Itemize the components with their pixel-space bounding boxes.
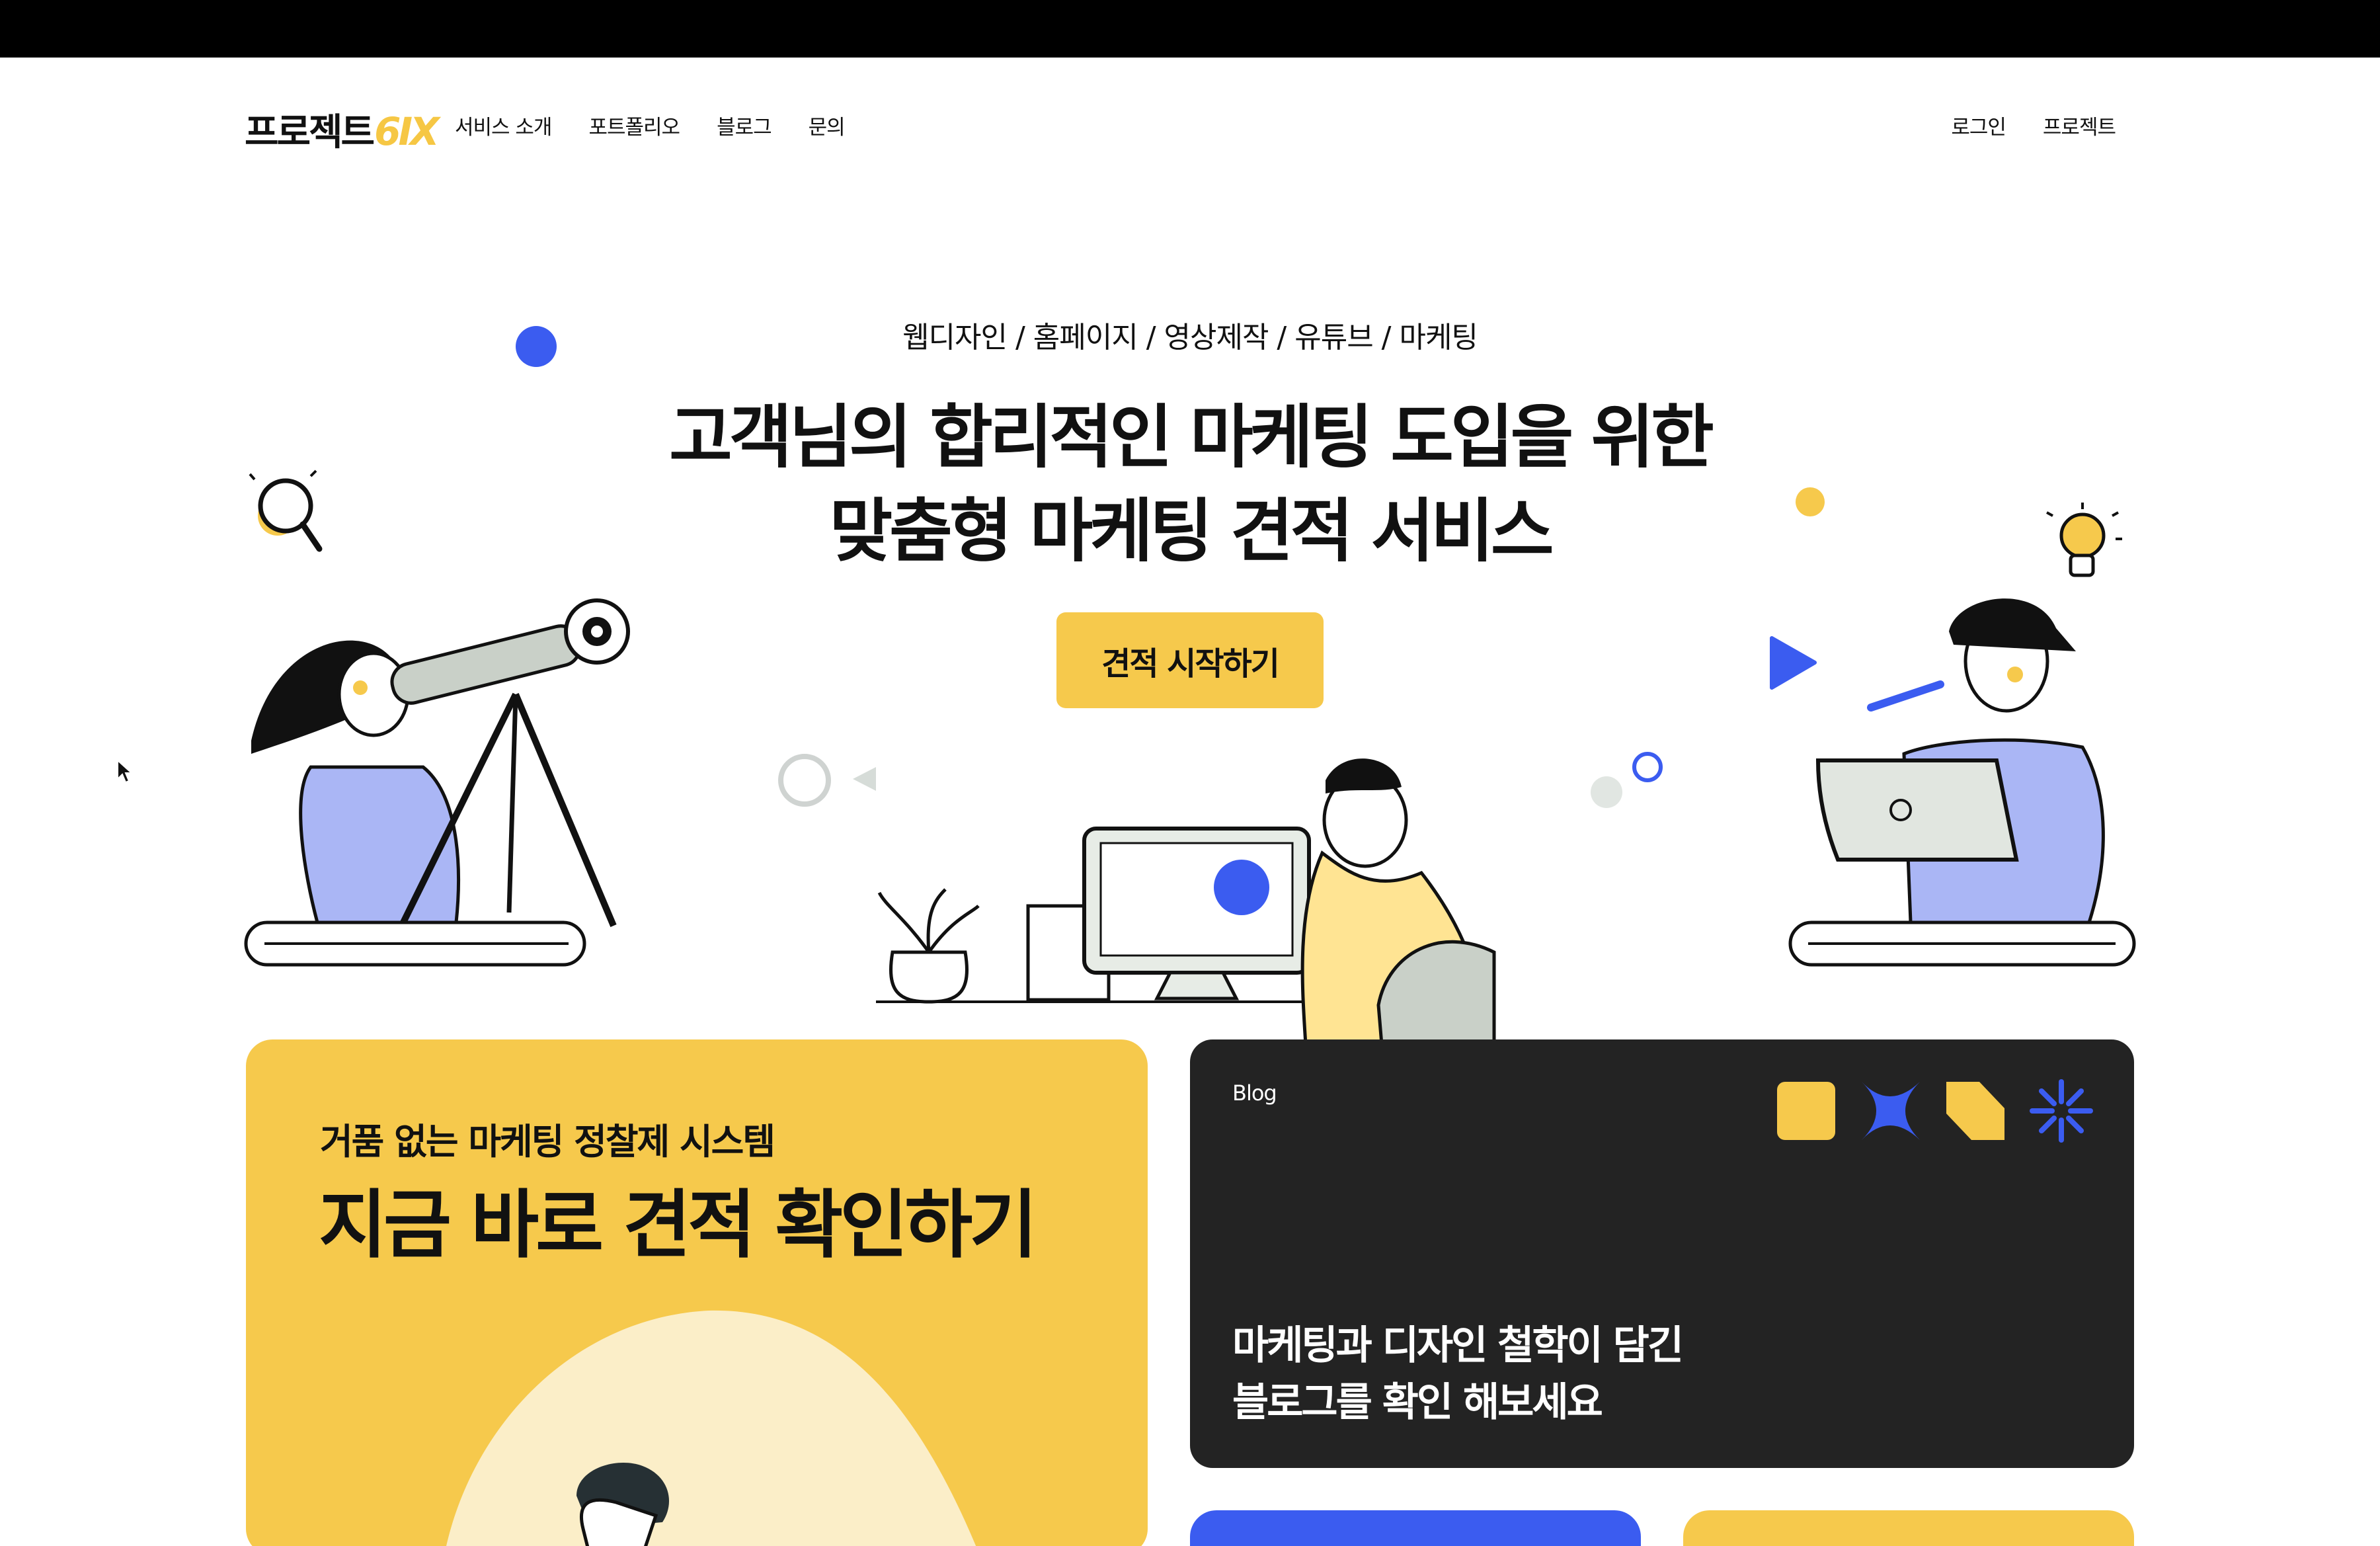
logo-text: 프로젝트	[245, 111, 375, 154]
account-nav: 로그인 프로젝트	[1951, 110, 2116, 140]
blue-ring-shape	[1632, 752, 1663, 782]
quote-card-illustration	[446, 1310, 976, 1546]
tablet-man-illustration	[1788, 598, 2136, 967]
mouse-cursor-icon	[117, 759, 134, 784]
yellow-card[interactable]	[1683, 1510, 2134, 1546]
quote-card[interactable]: 거품 없는 마케팅 정찰제 시스템 지금 바로 견적 확인하기	[246, 1039, 1148, 1546]
nav-item-contact[interactable]: 문의	[809, 110, 846, 140]
play-triangle-shape	[1770, 636, 1817, 690]
blog-card[interactable]: Blog 마케팅과 디자인 철학이 담긴 블로그를 확인 해보세요	[1190, 1039, 2134, 1468]
computer-man-illustration	[876, 758, 1496, 1045]
main-nav: 서비스 소개 포트폴리오 블로그 문의	[455, 110, 846, 140]
star-shape	[1862, 1082, 1920, 1140]
nav-item-portfolio[interactable]: 포트폴리오	[588, 110, 680, 140]
project-link[interactable]: 프로젝트	[2043, 110, 2116, 140]
blog-card-line1: 마케팅과 디자인 철학이 담긴	[1232, 1322, 1684, 1369]
square-shape	[1777, 1082, 1835, 1140]
logo-mark: 6IX	[374, 109, 440, 154]
browser-top-bar	[0, 0, 2380, 58]
telescope-woman-illustration	[244, 598, 630, 967]
blog-card-text: 마케팅과 디자인 철학이 담긴 블로그를 확인 해보세요	[1232, 1317, 1684, 1431]
hero-title: 고객님의 합리적인 마케팅 도입을 위한 맞춤형 마케팅 견적 서비스	[0, 390, 2380, 578]
hero-title-part: 마케팅 도입을 위한	[1169, 397, 1714, 477]
start-quote-button[interactable]: 견적 시작하기	[1056, 612, 1324, 708]
site-logo[interactable]: 프로젝트 6IX	[245, 102, 440, 156]
notch-shape	[1946, 1082, 2004, 1140]
hero-title-part: 고객님의	[669, 397, 930, 477]
hero-title-line2: 맞춤형 마케팅 견적 서비스	[829, 491, 1554, 571]
grey-dot-shape	[1591, 776, 1622, 808]
triangle-shape	[853, 767, 876, 791]
decorative-shapes	[1777, 1079, 2093, 1143]
site-header: 프로젝트 6IX 서비스 소개 포트폴리오 블로그 문의 로그인 프로젝트	[0, 58, 2380, 186]
login-link[interactable]: 로그인	[1951, 110, 2006, 140]
blue-card[interactable]	[1190, 1510, 1641, 1546]
burst-shape	[2030, 1079, 2093, 1143]
service-categories: 웹디자인 / 홈페이지 / 영상제작 / 유튜브 / 마케팅	[902, 321, 1478, 354]
nav-item-services[interactable]: 서비스 소개	[455, 110, 552, 140]
blog-card-line2: 블로그를 확인 해보세요	[1232, 1379, 1603, 1426]
ring-shape	[778, 754, 831, 807]
nav-item-blog[interactable]: 블로그	[717, 110, 772, 140]
hero-title-emphasis: 합리적인	[930, 397, 1173, 477]
blog-tag: Blog	[1232, 1080, 1277, 1106]
